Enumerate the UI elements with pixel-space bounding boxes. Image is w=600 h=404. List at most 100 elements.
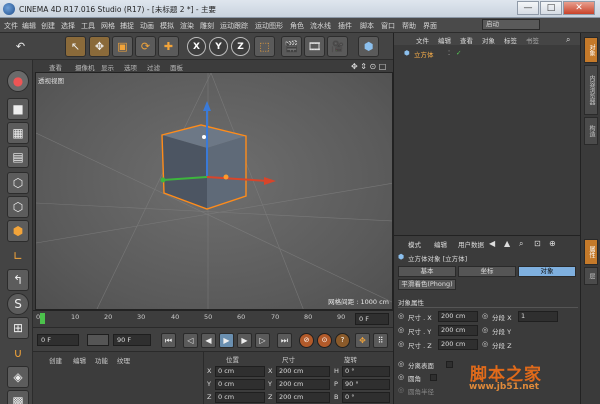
soft-selection-button[interactable]: ◈ bbox=[7, 366, 29, 388]
x-axis-arrow[interactable] bbox=[264, 177, 276, 185]
segments-x-field[interactable]: 1 bbox=[518, 311, 558, 322]
points-mode-button[interactable]: ⬡ bbox=[7, 172, 29, 194]
anim-dot-icon[interactable]: ◎ bbox=[482, 326, 488, 334]
obj-menu-view[interactable]: 查看 bbox=[460, 35, 473, 45]
menu-animate[interactable]: 动画 bbox=[140, 21, 154, 31]
goto-start-button[interactable]: ⏮ bbox=[161, 333, 176, 348]
coord-size-z[interactable]: 200 cm bbox=[276, 392, 330, 403]
object-handle[interactable] bbox=[223, 174, 229, 180]
move-key-button[interactable]: ✥ bbox=[355, 333, 370, 348]
attr-menu-mode[interactable]: 模式 bbox=[408, 239, 421, 249]
anim-dot-icon[interactable]: ◎ bbox=[398, 312, 404, 320]
anim-dot-icon[interactable]: ◎ bbox=[398, 360, 404, 368]
coord-rot-b[interactable]: 0 ° bbox=[342, 392, 390, 403]
separate-surfaces-checkbox[interactable] bbox=[446, 361, 453, 368]
lock-workplane-button[interactable]: ⊞ bbox=[7, 317, 29, 339]
end-frame-field[interactable]: 90 F bbox=[113, 334, 151, 346]
menu-render[interactable]: 渲染 bbox=[180, 21, 194, 31]
scale-tool-button[interactable]: ▣ bbox=[112, 36, 133, 57]
x-axis-lock[interactable]: X bbox=[187, 37, 206, 56]
render-view-button[interactable]: 🎬 bbox=[281, 36, 302, 57]
coord-pos-x[interactable]: 0 cm bbox=[215, 366, 265, 377]
coordinate-system-button[interactable]: ⬚ bbox=[254, 36, 275, 57]
menu-edit[interactable]: 编辑 bbox=[22, 21, 36, 31]
tab-object[interactable]: 对象 bbox=[518, 266, 576, 277]
tweak-mode-button[interactable]: ↰ bbox=[7, 269, 29, 291]
minimize-button[interactable]: — bbox=[517, 1, 539, 15]
render-to-picture-viewer-button[interactable]: 🎞 bbox=[304, 36, 325, 57]
play-button[interactable]: ▶ bbox=[219, 333, 234, 348]
anim-dot-icon[interactable]: ◎ bbox=[398, 340, 404, 348]
fillet-checkbox[interactable] bbox=[430, 374, 437, 381]
texture-checker-button[interactable]: ▩ bbox=[7, 390, 29, 404]
size-y-field[interactable]: 200 cm bbox=[438, 325, 478, 336]
menu-motion-tracking[interactable]: 运动跟踪 bbox=[220, 21, 248, 31]
y-axis-arrow[interactable] bbox=[203, 101, 211, 111]
magnet-button[interactable]: ∪ bbox=[7, 342, 29, 364]
menu-create[interactable]: 创建 bbox=[41, 21, 55, 31]
menu-character[interactable]: 角色 bbox=[290, 21, 304, 31]
vp-menu-panel[interactable]: 面板 bbox=[170, 62, 183, 72]
z-axis-lock[interactable]: Z bbox=[231, 37, 250, 56]
mat-menu-function[interactable]: 功能 bbox=[95, 355, 108, 365]
menu-tools[interactable]: 工具 bbox=[81, 21, 95, 31]
new-view-icon[interactable]: ⊕ bbox=[549, 239, 556, 248]
z-axis-point[interactable] bbox=[160, 177, 166, 183]
next-key-button[interactable]: ▷ bbox=[255, 333, 270, 348]
menu-file[interactable]: 文件 bbox=[4, 21, 18, 31]
object-list-item[interactable]: ⬢ 立方体 ⁚ ✓ bbox=[396, 49, 579, 59]
menu-plugins[interactable]: 插件 bbox=[338, 21, 352, 31]
coord-pos-z[interactable]: 0 cm bbox=[215, 392, 265, 403]
vtab-content-browser[interactable]: 内容浏览器 bbox=[584, 65, 598, 115]
tab-phong[interactable]: 平滑着色(Phong) bbox=[398, 279, 456, 290]
menu-simulate[interactable]: 模拟 bbox=[160, 21, 174, 31]
coord-rot-h[interactable]: 0 ° bbox=[342, 366, 390, 377]
obj-menu-edit[interactable]: 编辑 bbox=[438, 35, 451, 45]
menu-select[interactable]: 选择 bbox=[61, 21, 75, 31]
vp-menu-options[interactable]: 选项 bbox=[124, 62, 137, 72]
y-axis-lock[interactable]: Y bbox=[209, 37, 228, 56]
autokey-button[interactable]: ⊙ bbox=[317, 333, 332, 348]
lock-icon[interactable]: ⊡ bbox=[534, 239, 541, 248]
menu-mograph[interactable]: 运动图形 bbox=[255, 21, 283, 31]
goto-end-button[interactable]: ⏭ bbox=[277, 333, 292, 348]
prev-frame-button[interactable]: ◀ bbox=[201, 333, 216, 348]
undo-button[interactable]: ↶ bbox=[10, 36, 31, 57]
rotate-tool-button[interactable]: ⟳ bbox=[135, 36, 156, 57]
up-arrow-icon[interactable]: ▲ bbox=[504, 239, 510, 248]
mat-menu-create[interactable]: 创建 bbox=[49, 355, 62, 365]
menu-interface[interactable]: 界面 bbox=[423, 21, 437, 31]
coord-rot-p[interactable]: 90 ° bbox=[342, 379, 390, 390]
texture-mode-button[interactable]: ▦ bbox=[7, 122, 29, 144]
obj-menu-file[interactable]: 文件 bbox=[416, 35, 429, 45]
timeline[interactable]: 0 10 20 30 40 50 60 70 80 90 0 F bbox=[33, 310, 393, 327]
anim-dot-icon[interactable]: ◎ bbox=[398, 326, 404, 334]
prev-key-button[interactable]: ◁ bbox=[183, 333, 198, 348]
vtab-objects[interactable]: 对象 bbox=[584, 37, 598, 63]
start-frame-field[interactable]: 0 F bbox=[37, 334, 79, 346]
vp-menu-view[interactable]: 查看 bbox=[49, 62, 62, 72]
current-frame-field[interactable]: 0 F bbox=[355, 313, 389, 325]
edges-mode-button[interactable]: ⬡ bbox=[7, 196, 29, 218]
tab-coord[interactable]: 坐标 bbox=[458, 266, 516, 277]
vtab-attributes[interactable]: 属性 bbox=[584, 239, 598, 265]
model-mode-button[interactable]: ■ bbox=[7, 98, 29, 120]
coord-size-x[interactable]: 200 cm bbox=[276, 366, 330, 377]
vtab-structure[interactable]: 构造 bbox=[584, 117, 598, 145]
top-handle[interactable] bbox=[202, 135, 206, 139]
record-keys-button[interactable]: ⊘ bbox=[299, 333, 314, 348]
vp-menu-filter[interactable]: 过滤 bbox=[147, 62, 160, 72]
visibility-dots-icon[interactable]: ⁚ bbox=[448, 49, 450, 57]
cube-primitive-button[interactable]: ⬢ bbox=[358, 36, 379, 57]
anim-dot-icon[interactable]: ◎ bbox=[398, 386, 404, 394]
perspective-viewport[interactable]: 透视视图 网格间距 : 1000 cm bbox=[35, 72, 393, 310]
timeline-settings-button[interactable]: ⠿ bbox=[373, 333, 388, 348]
anim-dot-icon[interactable]: ◎ bbox=[398, 373, 404, 381]
menu-pipeline[interactable]: 流水线 bbox=[310, 21, 331, 31]
coord-pos-y[interactable]: 0 cm bbox=[215, 379, 265, 390]
make-editable-button[interactable]: ● bbox=[7, 70, 29, 92]
search-icon[interactable]: ⌕ bbox=[566, 35, 570, 45]
workplane-button[interactable]: ▤ bbox=[7, 146, 29, 168]
menu-window[interactable]: 窗口 bbox=[381, 21, 395, 31]
anim-dot-icon[interactable]: ◎ bbox=[482, 312, 488, 320]
